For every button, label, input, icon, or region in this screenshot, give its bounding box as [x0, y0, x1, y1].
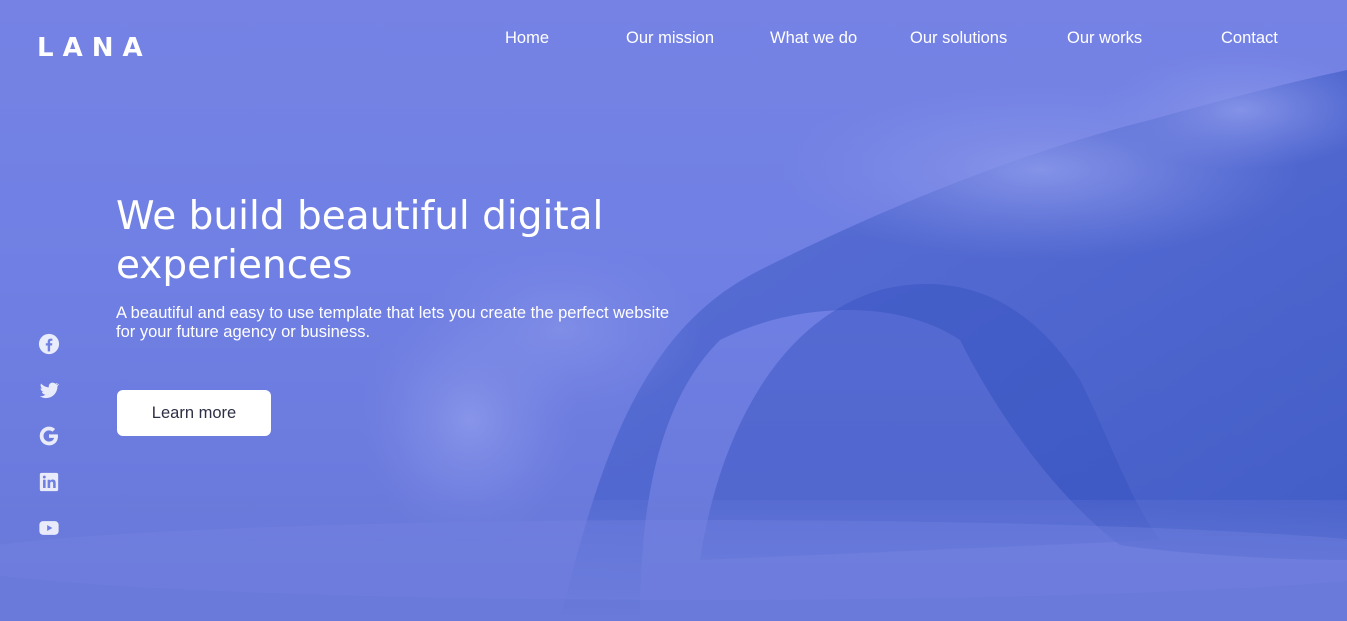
- nav-our-works[interactable]: Our works: [1067, 29, 1142, 48]
- nav-what-we-do[interactable]: What we do: [770, 29, 857, 48]
- linkedin-icon[interactable]: [37, 470, 61, 494]
- google-icon[interactable]: [37, 424, 61, 448]
- main-nav: Home Our mission What we do Our solution…: [0, 0, 1347, 80]
- nav-contact[interactable]: Contact: [1221, 29, 1278, 48]
- nav-home[interactable]: Home: [505, 29, 549, 48]
- hero-subtext: A beautiful and easy to use template tha…: [116, 304, 670, 341]
- youtube-icon[interactable]: [37, 516, 61, 540]
- nav-our-solutions[interactable]: Our solutions: [910, 29, 1007, 48]
- learn-more-button[interactable]: Learn more: [117, 390, 271, 436]
- hero-section: LANA Home Our mission What we do Our sol…: [0, 0, 1347, 621]
- hero-headline: We build beautiful digital experiences: [116, 194, 604, 288]
- twitter-icon[interactable]: [37, 378, 61, 402]
- facebook-icon[interactable]: [37, 332, 61, 356]
- nav-our-mission[interactable]: Our mission: [626, 29, 714, 48]
